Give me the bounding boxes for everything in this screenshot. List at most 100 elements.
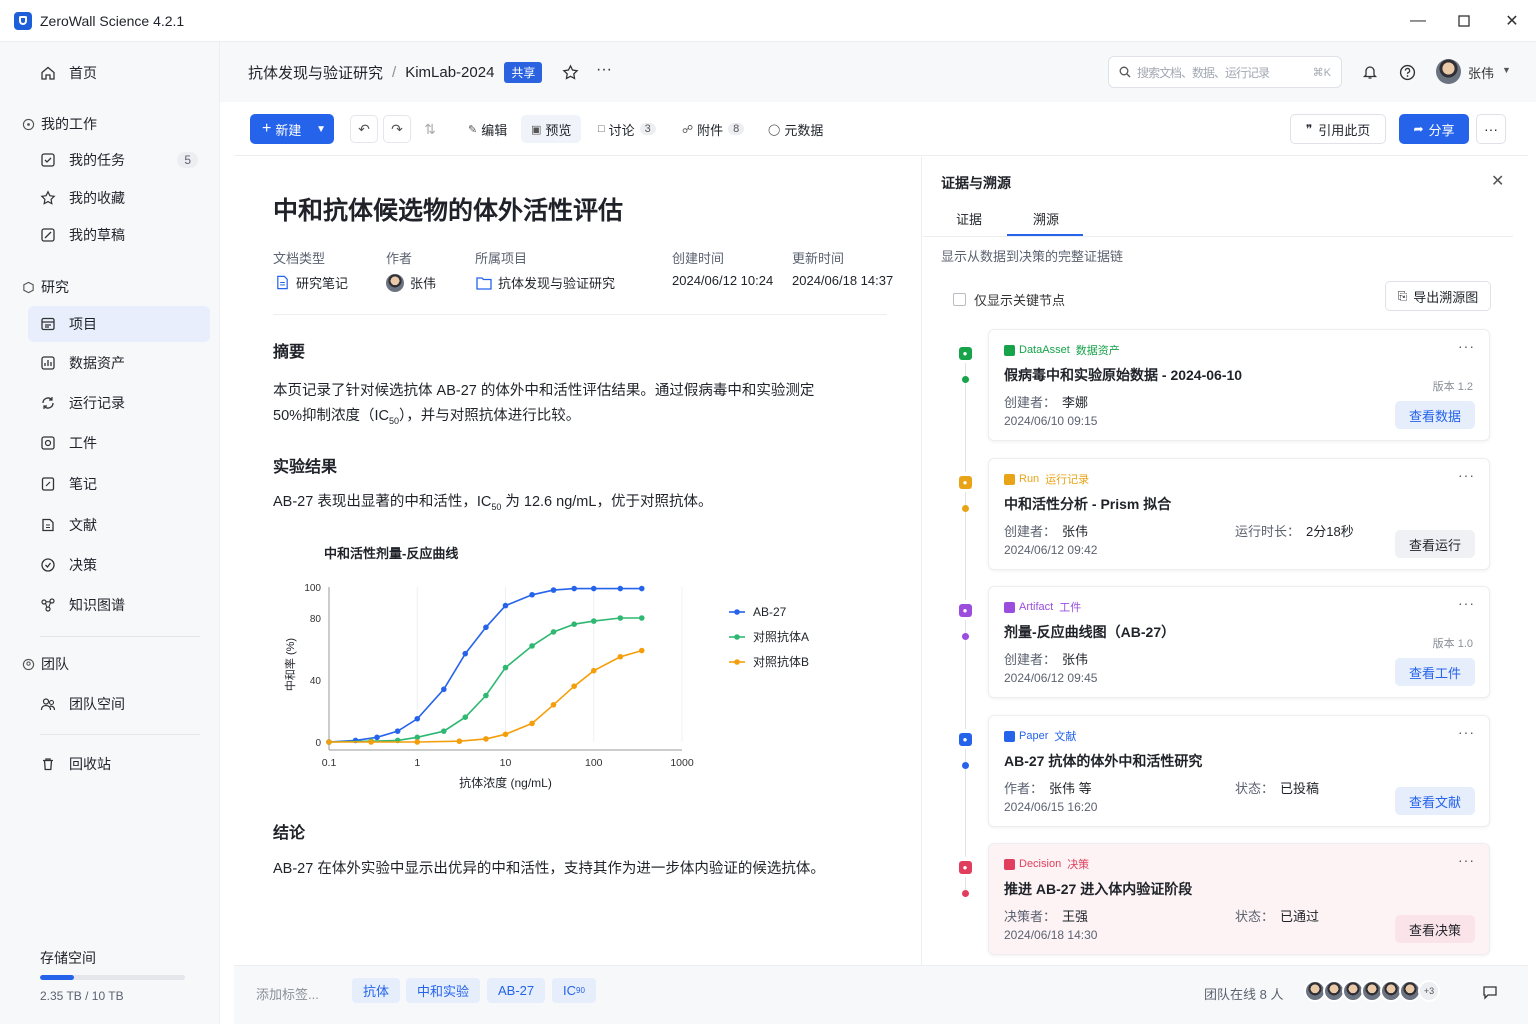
more-actions-button[interactable]: ··· bbox=[1476, 114, 1506, 144]
abstract-paragraph: 本页记录了针对候选抗体 AB-27 的体外中和活性评估结果。通过假病毒中和实验测… bbox=[273, 379, 873, 434]
storage-label: 存储空间 bbox=[40, 950, 96, 966]
add-tag-input[interactable]: 添加标签... bbox=[256, 984, 319, 1003]
minimize-icon[interactable]: — bbox=[1408, 11, 1428, 31]
section-my-work[interactable]: 我的工作 bbox=[22, 113, 97, 135]
field-value: 2分18秒 bbox=[1306, 524, 1354, 539]
sidebar-item-trash[interactable]: 回收站 bbox=[28, 746, 210, 782]
close-panel-icon[interactable]: ✕ bbox=[1491, 171, 1504, 191]
sidebar-item-knowledge-graph[interactable]: 知识图谱 bbox=[28, 587, 210, 623]
new-button[interactable]: + 新建 ▼ bbox=[250, 114, 334, 144]
sidebar-item-decisions[interactable]: 决策 bbox=[28, 547, 210, 583]
card-view-button[interactable]: 查看运行 bbox=[1395, 530, 1475, 558]
provenance-card-decision[interactable]: Decision 决策 ··· 推进 AB-27 进入体内验证阶段 决策者： 王强 状态： 已… bbox=[988, 843, 1490, 955]
sidebar-item-runs[interactable]: 运行记录 bbox=[28, 385, 210, 421]
card-date: 2024/06/18 14:30 bbox=[1004, 928, 1098, 942]
card-title[interactable]: 剂量-反应曲线图（AB-27） bbox=[1004, 622, 1175, 642]
search-box[interactable]: 搜索文档、数据、运行记录 ⌘K bbox=[1108, 56, 1342, 88]
format-icon[interactable]: ⇅ bbox=[416, 115, 444, 143]
tab-provenance[interactable]: 溯源 bbox=[1033, 209, 1059, 228]
data-point bbox=[617, 653, 624, 660]
sidebar-item-tasks[interactable]: 我的任务 5 bbox=[28, 142, 210, 178]
redo-icon[interactable]: ↷ bbox=[383, 115, 411, 143]
section-research[interactable]: 研究 bbox=[22, 276, 69, 298]
checkbox-box[interactable] bbox=[953, 293, 966, 306]
chat-icon[interactable] bbox=[1478, 980, 1502, 1004]
meta-author-value[interactable]: 张伟 bbox=[386, 273, 436, 292]
tag-chip[interactable]: AB-27 bbox=[487, 978, 546, 1003]
card-type: DataAsset 数据资产 bbox=[1004, 342, 1120, 358]
abstract-line-2a: 50%抑制浓度（IC bbox=[273, 408, 390, 424]
help-icon[interactable] bbox=[1397, 62, 1417, 82]
tag-text: IC bbox=[563, 983, 576, 998]
card-title[interactable]: 假病毒中和实验原始数据 - 2024-06-10 bbox=[1004, 365, 1242, 385]
sidebar-item-notes[interactable]: 笔记 bbox=[28, 466, 210, 502]
close-window-icon[interactable]: ✕ bbox=[1502, 11, 1522, 31]
section-team[interactable]: 团队 bbox=[22, 653, 69, 675]
sidebar-item-projects[interactable]: 项目 bbox=[28, 306, 210, 342]
team-icon bbox=[40, 696, 56, 712]
card-title[interactable]: 中和活性分析 - Prism 拟合 bbox=[1004, 494, 1171, 514]
provenance-card-run[interactable]: Run 运行记录 ··· 中和活性分析 - Prism 拟合 创建者： 张伟 运行时长： 2分… bbox=[988, 458, 1490, 570]
sidebar-item-home[interactable]: 首页 bbox=[28, 55, 210, 91]
meta-created-value: 2024/06/12 10:24 bbox=[672, 273, 774, 288]
more-options-icon[interactable]: ··· bbox=[594, 60, 614, 80]
card-more-icon[interactable]: ··· bbox=[1458, 852, 1475, 868]
sidebar-item-data-assets[interactable]: 数据资产 bbox=[28, 345, 210, 381]
share-button[interactable]: ➦ 分享 bbox=[1399, 114, 1469, 144]
user-avatar[interactable] bbox=[1436, 59, 1461, 84]
paperclip-icon: ☍ bbox=[682, 123, 694, 136]
search-input[interactable]: 搜索文档、数据、运行记录 bbox=[1137, 64, 1270, 81]
breadcrumb-lab[interactable]: KimLab-2024 bbox=[405, 64, 494, 81]
key-nodes-checkbox[interactable]: 仅显示关键节点 bbox=[953, 290, 1065, 309]
bell-icon[interactable] bbox=[1360, 62, 1380, 82]
card-more-icon[interactable]: ··· bbox=[1458, 338, 1475, 354]
cite-page-button[interactable]: ❞ 引用此页 bbox=[1290, 114, 1386, 144]
card-more-icon[interactable]: ··· bbox=[1458, 467, 1475, 483]
tab-preview[interactable]: ▣ 预览 bbox=[521, 115, 582, 143]
team-online-count: 团队在线 8 人 bbox=[1204, 987, 1284, 1002]
tab-edit[interactable]: ✎ 编辑 bbox=[458, 115, 517, 143]
card-view-button[interactable]: 查看数据 bbox=[1395, 401, 1475, 429]
meta-type-label: 文档类型 bbox=[273, 251, 326, 266]
legend-label: 对照抗体B bbox=[753, 654, 809, 669]
undo-icon[interactable]: ↶ bbox=[350, 115, 378, 143]
chevron-down-icon[interactable]: ▼ bbox=[316, 124, 326, 135]
meta-project-value[interactable]: 抗体发现与验证研究 bbox=[476, 273, 615, 292]
card-view-button[interactable]: 查看决策 bbox=[1395, 915, 1475, 943]
results-paragraph: AB-27 表现出显著的中和活性，IC50 为 12.6 ng/mL，优于对照抗… bbox=[273, 490, 873, 520]
maximize-icon[interactable] bbox=[1454, 11, 1474, 31]
data-point bbox=[483, 624, 489, 631]
sidebar-item-favorites[interactable]: 我的收藏 bbox=[28, 180, 210, 216]
tab-metadata[interactable]: ◯ 元数据 bbox=[758, 115, 833, 143]
export-provenance-button[interactable]: ⎘ 导出溯源图 bbox=[1385, 281, 1491, 311]
card-more-icon[interactable]: ··· bbox=[1458, 724, 1475, 740]
tag-chip[interactable]: 中和实验 bbox=[406, 978, 481, 1003]
more-members-badge[interactable]: +3 bbox=[1418, 980, 1440, 1002]
sidebar-item-team-space[interactable]: 团队空间 bbox=[28, 686, 210, 722]
sidebar-item-drafts[interactable]: 我的草稿 bbox=[28, 217, 210, 253]
card-title[interactable]: 推进 AB-27 进入体内验证阶段 bbox=[1004, 879, 1192, 899]
provenance-card-paper[interactable]: Paper 文献 ··· AB-27 抗体的体外中和活性研究 作者： 张伟 等 状态： 已投稿… bbox=[988, 715, 1490, 827]
tab-evidence[interactable]: 证据 bbox=[956, 209, 982, 228]
breadcrumb-project[interactable]: 抗体发现与验证研究 bbox=[248, 62, 383, 83]
favorite-star-icon[interactable] bbox=[560, 62, 580, 82]
online-avatars[interactable]: +3 bbox=[1304, 980, 1440, 1002]
user-menu-chevron-icon[interactable]: ▼ bbox=[1502, 65, 1511, 75]
tab-attachments[interactable]: ☍ 附件 8 bbox=[672, 115, 754, 143]
card-title[interactable]: AB-27 抗体的体外中和活性研究 bbox=[1004, 751, 1202, 771]
provenance-card-artifact[interactable]: Artifact 工件 ··· 剂量-反应曲线图（AB-27） 创建者： 张伟 2024/0… bbox=[988, 586, 1490, 698]
user-name[interactable]: 张伟 bbox=[1468, 63, 1494, 82]
tag-chip[interactable]: 抗体 bbox=[352, 978, 401, 1003]
sidebar-item-literature[interactable]: 文献 bbox=[28, 507, 210, 543]
card-view-button[interactable]: 查看文献 bbox=[1395, 787, 1475, 815]
panel-description: 显示从数据到决策的完整证据链 bbox=[941, 249, 1124, 264]
sidebar-item-label: 笔记 bbox=[69, 476, 97, 492]
data-point bbox=[502, 602, 509, 609]
card-more-icon[interactable]: ··· bbox=[1458, 595, 1475, 611]
sidebar-item-label: 工件 bbox=[69, 435, 97, 451]
tab-discussion[interactable]: □ 讨论 3 bbox=[588, 115, 666, 143]
sidebar-item-artifacts[interactable]: 工件 bbox=[28, 425, 210, 461]
card-view-button[interactable]: 查看工件 bbox=[1395, 658, 1475, 686]
provenance-card-dataasset[interactable]: DataAsset 数据资产 ··· 假病毒中和实验原始数据 - 2024-06-10… bbox=[988, 329, 1490, 441]
tag-chip-ic90[interactable]: IC 90 bbox=[552, 978, 596, 1003]
